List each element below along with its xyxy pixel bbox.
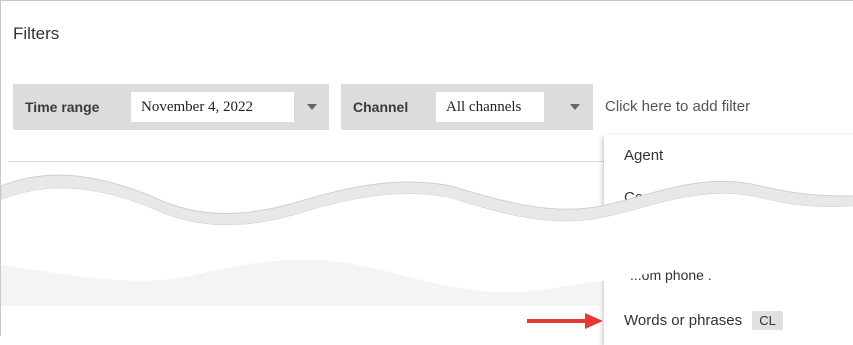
- torn-edge-overlay: [1, 174, 853, 306]
- red-arrow-icon: [527, 313, 603, 329]
- divider: [9, 161, 609, 162]
- menu-item-agent[interactable]: Agent: [624, 147, 663, 164]
- channel-filter[interactable]: Channel All channels: [341, 84, 593, 130]
- filters-panel: Filters Time range November 4, 2022 Chan…: [0, 0, 853, 345]
- channel-label: Channel: [353, 99, 409, 115]
- page-title: Filters: [13, 24, 60, 43]
- menu-item-words-or-phrases[interactable]: Words or phrases CL: [624, 311, 783, 330]
- chevron-down-icon[interactable]: [570, 104, 580, 110]
- time-range-label: Time range: [25, 99, 100, 115]
- chevron-down-icon[interactable]: [307, 104, 317, 110]
- time-range-value[interactable]: November 4, 2022: [131, 92, 294, 122]
- channel-value[interactable]: All channels: [436, 92, 544, 122]
- menu-item-words-label: Words or phrases: [624, 312, 743, 329]
- add-filter-link[interactable]: Click here to add filter: [605, 98, 750, 115]
- cl-badge: CL: [752, 311, 783, 330]
- time-range-filter[interactable]: Time range November 4, 2022: [13, 84, 329, 130]
